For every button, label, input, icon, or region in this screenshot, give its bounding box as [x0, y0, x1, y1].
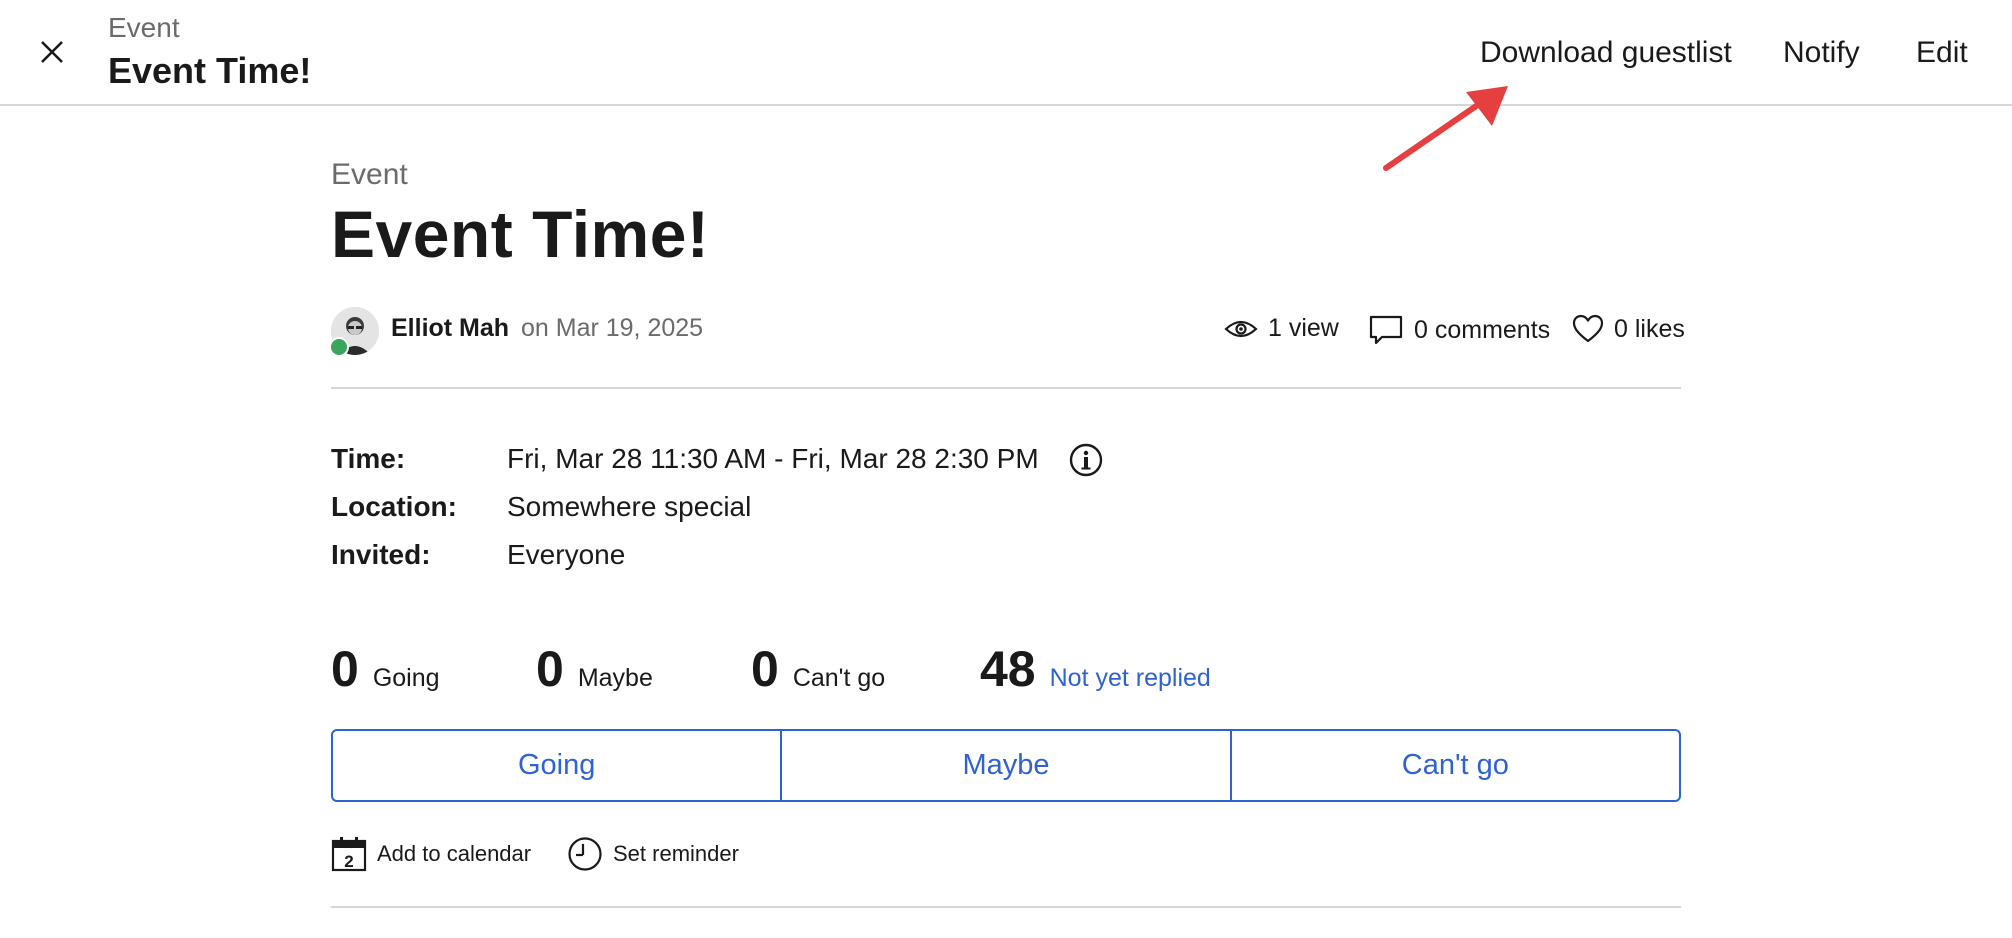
going-count-number: 0	[331, 641, 359, 697]
author-name[interactable]: Elliot Mah	[391, 314, 509, 343]
heart-icon	[1572, 314, 1604, 343]
views-count: 1 view	[1268, 314, 1339, 342]
time-label: Time:	[331, 443, 406, 474]
maybe-count: 0 Maybe	[536, 640, 653, 698]
cant-go-count: 0 Can't go	[751, 640, 885, 698]
top-bar: Event Event Time! Download guestlist Not…	[0, 0, 2012, 106]
invited-value: Everyone	[507, 539, 626, 570]
clock-icon	[568, 837, 602, 871]
cant-go-button[interactable]: Can't go	[1229, 731, 1679, 800]
cant-go-count-number: 0	[751, 641, 779, 697]
presence-indicator	[329, 337, 349, 357]
set-reminder-label: Set reminder	[613, 841, 739, 866]
cant-go-count-label: Can't go	[792, 664, 886, 692]
not-replied-link[interactable]: Not yet replied	[1050, 664, 1211, 693]
edit-button[interactable]: Edit	[1916, 36, 1968, 70]
likes-stat[interactable]: 0 likes	[1572, 314, 1685, 344]
post-date: on Mar 19, 2025	[521, 314, 704, 342]
maybe-count-label: Maybe	[577, 664, 653, 692]
rsvp-button-group: Going Maybe Can't go	[331, 729, 1681, 802]
divider	[331, 387, 1681, 389]
header-kicker: Event	[108, 12, 180, 43]
info-icon	[1069, 443, 1103, 477]
going-button[interactable]: Going	[333, 731, 780, 800]
not-replied-count-number: 48	[980, 641, 1036, 697]
going-count-label: Going	[372, 664, 440, 692]
views-stat: 1 view	[1224, 314, 1339, 343]
comments-stat[interactable]: 0 comments	[1368, 314, 1550, 346]
likes-count: 0 likes	[1614, 314, 1685, 343]
page-title: Event Time!	[331, 197, 710, 271]
calendar-icon-glyph: 2	[344, 852, 353, 871]
location-label: Location:	[331, 491, 457, 522]
time-value: Fri, Mar 28 11:30 AM - Fri, Mar 28 2:30 …	[507, 443, 1039, 474]
not-replied-count: 48 Not yet replied	[980, 640, 1211, 698]
set-reminder-button[interactable]: Set reminder	[567, 836, 739, 872]
post-kicker: Event	[331, 158, 408, 191]
notify-button[interactable]: Notify	[1783, 36, 1860, 70]
going-count: 0 Going	[331, 640, 440, 698]
maybe-count-number: 0	[536, 641, 564, 697]
eye-icon	[1224, 320, 1258, 337]
add-to-calendar-label: Add to calendar	[377, 841, 532, 866]
comments-count: 0 comments	[1414, 315, 1551, 344]
add-to-calendar-button[interactable]: 2 Add to calendar	[331, 836, 531, 872]
divider	[331, 906, 1681, 908]
calendar-icon: 2	[331, 837, 367, 872]
maybe-button[interactable]: Maybe	[780, 731, 1229, 800]
download-guestlist-button[interactable]: Download guestlist	[1480, 36, 1732, 70]
location-value: Somewhere special	[507, 491, 752, 522]
header-title: Event Time!	[108, 50, 312, 91]
time-info-button[interactable]	[1069, 443, 1103, 477]
invited-label: Invited:	[331, 539, 431, 570]
close-button[interactable]	[36, 36, 68, 68]
comment-icon	[1369, 315, 1403, 345]
close-icon	[41, 41, 63, 63]
